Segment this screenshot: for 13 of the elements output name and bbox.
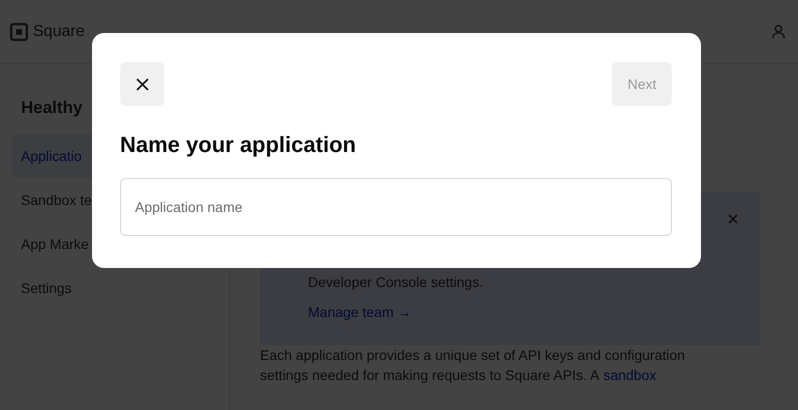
user-icon[interactable] [771, 24, 786, 39]
sandbox-link[interactable]: sandbox [603, 365, 656, 385]
close-icon [136, 78, 148, 90]
sidebar-title: Healthy [20, 98, 84, 118]
sidebar-item[interactable]: Settings [12, 266, 217, 310]
close-icon[interactable] [728, 214, 738, 224]
modal-title: Name your application [120, 132, 357, 158]
logo-text: Square [33, 22, 85, 40]
manage-team-link[interactable]: Manage team → [308, 304, 412, 320]
intro-text: settings needed for making requests to Square APIs. A [260, 366, 600, 385]
close-button[interactable] [120, 62, 164, 106]
logo-icon [10, 22, 28, 40]
application-name-field[interactable]: Application name [120, 178, 672, 236]
